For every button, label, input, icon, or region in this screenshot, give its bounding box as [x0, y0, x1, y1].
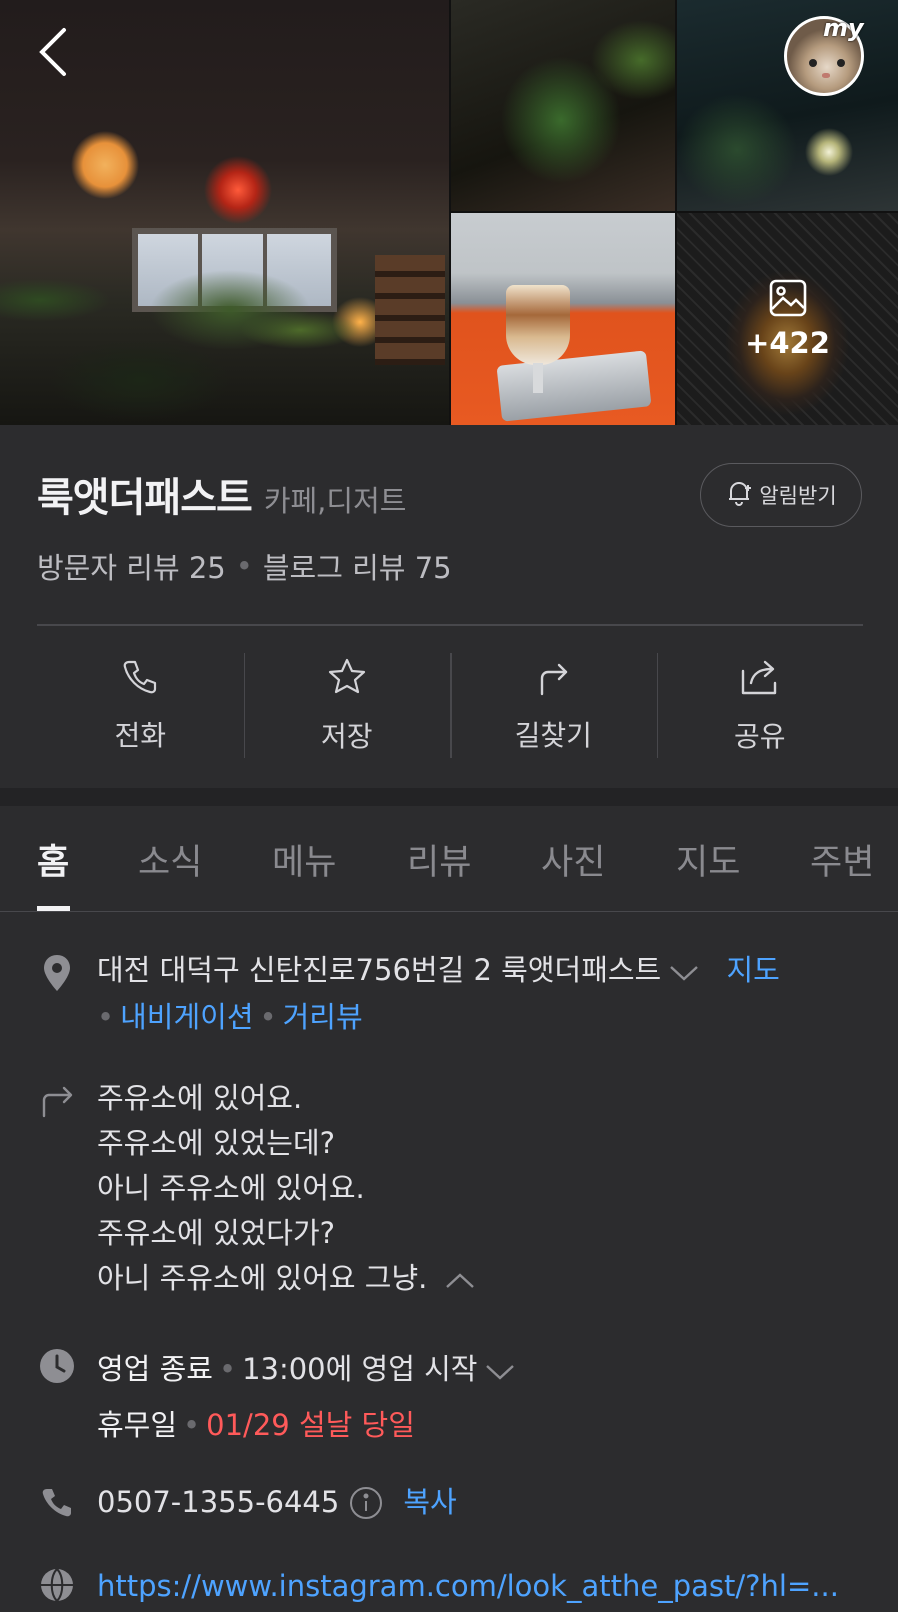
- address-text-block: 대전 대덕구 신탄진로756번길 2 룩앳더패스트 지도 • 내비게이션 • 거리뷰: [97, 948, 868, 1040]
- title-row: 룩앳더패스트 카페,디저트: [37, 465, 406, 523]
- directions-icon: [534, 658, 572, 700]
- tab-home[interactable]: 홈: [37, 834, 69, 885]
- business-status: 영업 종료: [97, 1352, 213, 1386]
- info-icon[interactable]: [349, 1486, 383, 1520]
- directions-line: 아니 주유소에 있어요 그냥.: [97, 1261, 428, 1295]
- divider: [37, 624, 863, 626]
- tab-map[interactable]: 지도: [676, 834, 740, 885]
- alarm-subscribe-button[interactable]: 알림받기: [700, 463, 862, 527]
- save-label: 저장: [320, 719, 373, 753]
- share-label: 공유: [733, 719, 786, 753]
- directions-line: 주유소에 있어요.: [97, 1081, 303, 1115]
- photo-cup: [506, 285, 570, 365]
- tab-photos[interactable]: 사진: [541, 834, 605, 885]
- holiday-label: 휴무일: [97, 1408, 178, 1442]
- hours-text: 영업 종료 • 13:00에 영업 시작 휴무일 • 01/29 설날 당일: [97, 1342, 868, 1452]
- place-info: 룩앳더패스트 카페,디저트 알림받기 방문자 리뷰 25 • 블로그 리뷰 75: [0, 425, 898, 788]
- bell-plus-icon: [725, 479, 753, 512]
- separator-dot: •: [259, 999, 277, 1034]
- my-badge: my: [823, 14, 864, 42]
- street-view-link[interactable]: 거리뷰: [283, 1000, 363, 1034]
- directions-row: 주유소에 있어요. 주유소에 있었는데? 아니 주유소에 있어요. 주유소에 있…: [0, 1076, 898, 1306]
- phone-number[interactable]: 0507-1355-6445: [97, 1480, 339, 1525]
- copy-phone-button[interactable]: 복사: [403, 1480, 456, 1525]
- tab-menu[interactable]: 메뉴: [272, 834, 336, 885]
- action-bar: 전화 저장 길찾기 공유: [37, 653, 863, 758]
- phone-icon: [121, 658, 159, 700]
- save-button[interactable]: 저장: [243, 653, 451, 758]
- phone-row: 0507-1355-6445 복사: [0, 1480, 898, 1530]
- directions-line: 주유소에 있었는데?: [97, 1126, 336, 1160]
- more-photos-count: +422: [745, 326, 830, 360]
- share-button[interactable]: 공유: [656, 653, 864, 758]
- photo-tray: [496, 350, 652, 422]
- holiday-value: 01/29 설날 당일: [206, 1408, 415, 1442]
- chevron-down-icon[interactable]: [485, 1344, 515, 1398]
- avatar-nose: [822, 73, 830, 78]
- website-link[interactable]: https://www.instagram.com/look_atthe_pas…: [97, 1569, 839, 1603]
- directions-label: 길찾기: [514, 718, 592, 752]
- share-icon: [739, 657, 781, 701]
- back-button[interactable]: [30, 26, 76, 82]
- alarm-label: 알림받기: [759, 484, 837, 508]
- place-category: 카페,디저트: [263, 484, 407, 518]
- tab-nearby[interactable]: 주변: [810, 834, 874, 885]
- phone-text: 0507-1355-6445 복사: [97, 1480, 868, 1525]
- separator-dot: •: [183, 1408, 201, 1442]
- more-photos-button[interactable]: +422: [677, 213, 898, 425]
- visitor-review-link[interactable]: 방문자 리뷰 25: [37, 545, 226, 587]
- separator-dot: •: [235, 549, 253, 583]
- tab-news[interactable]: 소식: [138, 834, 202, 885]
- place-name: 룩앳더패스트: [37, 475, 253, 521]
- blog-review-link[interactable]: 블로그 리뷰 75: [263, 545, 452, 587]
- tab-bar: 홈 소식 메뉴 리뷰 사진 지도 주변: [0, 806, 898, 912]
- directions-hint-icon: [37, 1082, 77, 1118]
- directions-line: 아니 주유소에 있어요.: [97, 1171, 365, 1205]
- photo-stem: [533, 363, 543, 393]
- avatar-eye: [809, 59, 817, 67]
- phone-icon: [37, 1486, 77, 1520]
- address-text: 대전 대덕구 신탄진로756번길 2 룩앳더패스트: [97, 953, 662, 987]
- call-label: 전화: [114, 718, 167, 752]
- photo-plants: [0, 240, 449, 425]
- image-icon: [768, 278, 808, 322]
- review-summary: 방문자 리뷰 25 • 블로그 리뷰 75: [37, 545, 452, 587]
- chevron-down-icon[interactable]: [669, 950, 699, 995]
- map-link[interactable]: 지도: [726, 953, 779, 987]
- photo-thumbnail[interactable]: [451, 213, 675, 425]
- directions-text: 주유소에 있어요. 주유소에 있었는데? 아니 주유소에 있어요. 주유소에 있…: [97, 1076, 868, 1303]
- clock-icon: [37, 1348, 77, 1384]
- call-button[interactable]: 전화: [37, 653, 244, 758]
- photo-thumbnail[interactable]: [677, 0, 898, 211]
- next-open-time: 13:00에 영업 시작: [242, 1352, 478, 1386]
- separator-dot: •: [218, 1352, 237, 1386]
- directions-button[interactable]: 길찾기: [450, 653, 657, 758]
- tab-reviews[interactable]: 리뷰: [407, 834, 471, 885]
- directions-line: 주유소에 있었다가?: [97, 1216, 336, 1250]
- avatar-eye: [837, 59, 845, 67]
- active-tab-indicator: [37, 906, 70, 911]
- location-pin-icon: [37, 954, 77, 992]
- chevron-up-icon[interactable]: [445, 1258, 475, 1303]
- chevron-left-icon: [38, 27, 68, 81]
- photo-gallery[interactable]: +422 my: [0, 0, 898, 425]
- section-spacer: [0, 788, 898, 806]
- hours-row: 영업 종료 • 13:00에 영업 시작 휴무일 • 01/29 설날 당일: [0, 1342, 898, 1452]
- website-row: https://www.instagram.com/look_atthe_pas…: [0, 1564, 898, 1612]
- star-icon: [327, 657, 367, 701]
- globe-icon: [37, 1568, 77, 1602]
- photo-thumbnail[interactable]: [451, 0, 675, 211]
- navigation-link[interactable]: 내비게이션: [120, 1000, 253, 1034]
- address-row: 대전 대덕구 신탄진로756번길 2 룩앳더패스트 지도 • 내비게이션 • 거리뷰: [0, 948, 898, 1038]
- separator-dot: •: [97, 999, 115, 1034]
- website-text: https://www.instagram.com/look_atthe_pas…: [97, 1564, 868, 1609]
